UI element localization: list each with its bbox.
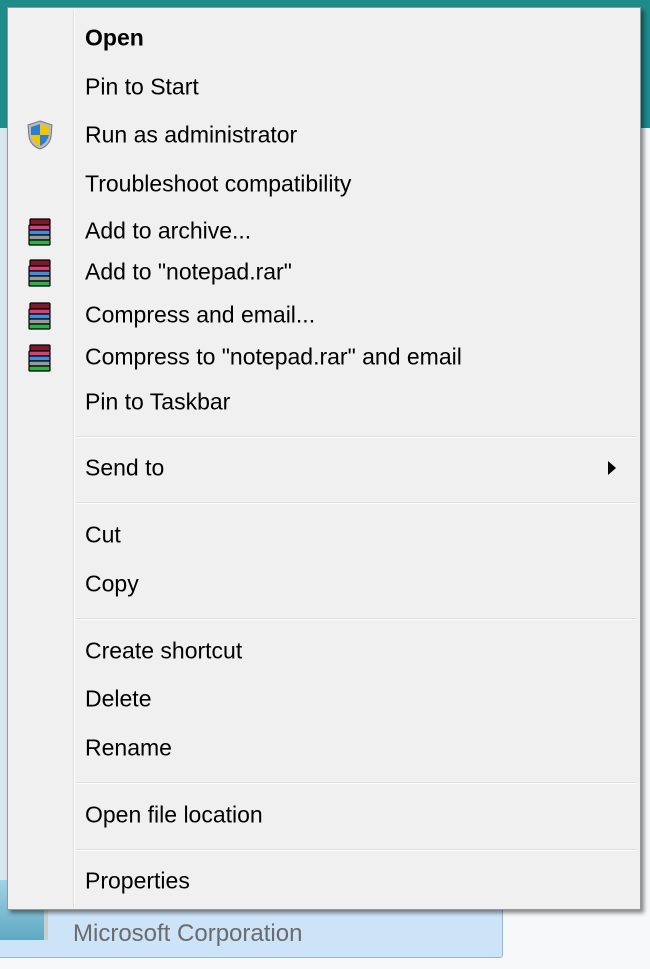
menu-item-label: Troubleshoot compatibility: [85, 170, 352, 197]
menu-item-label: Rename: [85, 734, 172, 761]
menu-item-cut[interactable]: Cut: [10, 515, 638, 555]
menu-item-label: Copy: [85, 570, 139, 597]
winrar-icon: [28, 302, 51, 330]
menu-separator: [76, 502, 636, 504]
menu-item-send-to[interactable]: Send to: [10, 448, 638, 488]
menu-item-label: Compress and email...: [85, 301, 316, 328]
menu-item-compress-to-rar-and-email[interactable]: Compress to "notepad.rar" and email: [10, 337, 638, 377]
menu-item-open-file-location[interactable]: Open file location: [10, 795, 638, 835]
uac-shield-icon: [27, 120, 53, 150]
menu-item-open[interactable]: Open: [10, 18, 638, 58]
menu-item-label: Add to archive...: [85, 217, 252, 244]
context-menu: Open Pin to Start Run as administrator T…: [7, 7, 641, 910]
winrar-icon: [28, 344, 51, 372]
menu-item-pin-to-taskbar[interactable]: Pin to Taskbar: [10, 382, 638, 422]
menu-item-delete[interactable]: Delete: [10, 679, 638, 719]
menu-item-label: Send to: [85, 454, 165, 481]
menu-item-rename[interactable]: Rename: [10, 728, 638, 768]
menu-item-add-to-notepad-rar[interactable]: Add to "notepad.rar": [10, 252, 638, 292]
menu-item-label: Properties: [85, 867, 190, 894]
app-publisher: Microsoft Corporation: [73, 920, 303, 947]
menu-item-label: Open file location: [85, 801, 263, 828]
menu-item-create-shortcut[interactable]: Create shortcut: [10, 631, 638, 671]
menu-item-label: Create shortcut: [85, 637, 243, 664]
menu-item-add-to-archive[interactable]: Add to archive...: [10, 211, 638, 251]
menu-item-properties[interactable]: Properties: [10, 861, 638, 901]
menu-item-label: Add to "notepad.rar": [85, 258, 292, 285]
menu-separator: [76, 782, 636, 784]
menu-item-compress-and-email[interactable]: Compress and email...: [10, 295, 638, 335]
menu-separator: [76, 618, 636, 620]
menu-item-label: Run as administrator: [85, 121, 298, 148]
submenu-arrow-icon: [608, 461, 616, 475]
menu-item-label: Compress to "notepad.rar" and email: [85, 343, 462, 370]
menu-separator: [76, 436, 636, 438]
winrar-icon: [28, 218, 51, 246]
menu-item-label: Pin to Taskbar: [85, 388, 231, 415]
menu-item-label: Open: [85, 24, 144, 51]
winrar-icon: [28, 259, 51, 287]
menu-item-label: Cut: [85, 521, 121, 548]
menu-item-run-as-administrator[interactable]: Run as administrator: [10, 115, 638, 155]
menu-item-pin-to-start[interactable]: Pin to Start: [10, 67, 638, 107]
menu-item-label: Pin to Start: [85, 73, 199, 100]
menu-item-troubleshoot-compatibility[interactable]: Troubleshoot compatibility: [10, 164, 638, 204]
menu-item-label: Delete: [85, 685, 152, 712]
menu-separator: [76, 849, 636, 851]
menu-item-copy[interactable]: Copy: [10, 564, 638, 604]
